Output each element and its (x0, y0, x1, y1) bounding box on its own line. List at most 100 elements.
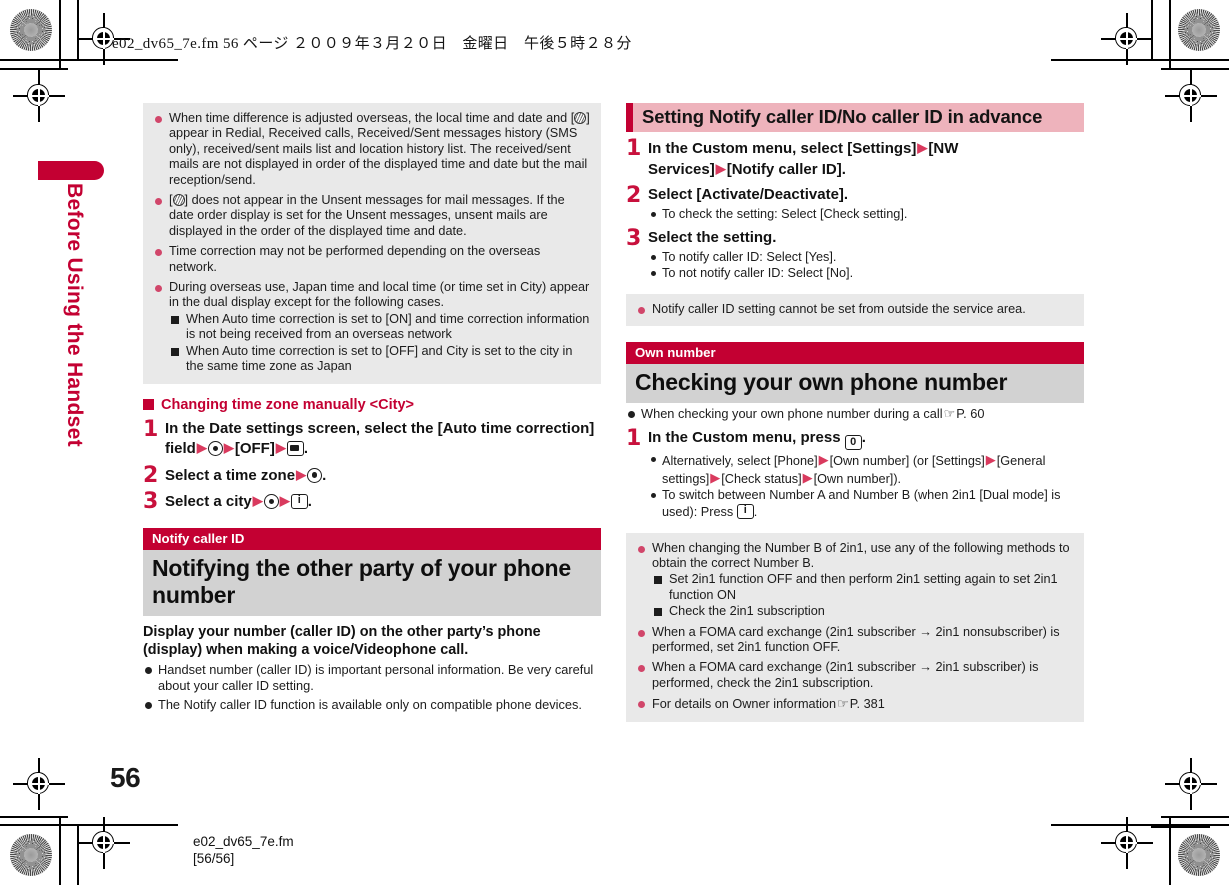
arrow-icon: ▶ (279, 493, 290, 508)
arrow-icon: ▶ (802, 469, 813, 485)
square-marker-icon (143, 399, 154, 410)
note-box-2in1: When changing the Number B of 2in1, use … (626, 532, 1084, 722)
print-star-target-top-left (10, 9, 52, 51)
note-item: Notify caller ID setting cannot be set f… (635, 302, 1074, 317)
arrow-icon: ▶ (275, 440, 286, 455)
note-sub-item: When Auto time correction is set to [OFF… (169, 344, 591, 375)
step-sub-text: Alternatively, select [Phone] (662, 454, 818, 469)
note-sub-text: When Auto time correction is set to [ON]… (186, 311, 590, 342)
list-item-text: Handset number (caller ID) is important … (158, 661, 594, 693)
bullet-icon (155, 285, 162, 293)
crop-rule-bottom-right-h2 (1161, 816, 1229, 818)
step-sub-item: To not notify caller ID: Select [No]. (648, 266, 1084, 282)
section-title-own-number: Checking your own phone number (626, 364, 1084, 404)
step-3-right: 3 Select the setting. To notify caller I… (626, 228, 1084, 282)
footer-page-of: [56/56] (193, 851, 235, 866)
note-text: Notify caller ID setting cannot be set f… (652, 301, 1026, 316)
bullet-icon (651, 493, 656, 499)
crop-rule-bottom-left-h2 (0, 816, 68, 818)
square-bullet-icon (171, 347, 179, 356)
step-sub-text: To check the setting: Select [Check sett… (662, 206, 908, 221)
step-number: 2 (626, 183, 641, 208)
registration-mark-bottom-right-inner (1101, 817, 1153, 869)
arrow-icon: ▶ (196, 440, 207, 455)
step-sub-list: To notify caller ID: Select [Yes]. To no… (648, 250, 1084, 282)
note-sub-item: Set 2in1 function OFF and then perform 2… (652, 572, 1074, 603)
note-item: When changing the Number B of 2in1, use … (635, 541, 1074, 620)
bullet-icon (155, 198, 162, 206)
crop-rule-bottom-left-v (59, 816, 61, 885)
step-text-part: Select the setting. (648, 229, 777, 247)
list-item: The Notify caller ID function is availab… (143, 697, 601, 713)
key-info-icon (290, 494, 308, 509)
note-item: When a FOMA card exchange (2in1 subscrib… (635, 660, 1074, 691)
step-1-left: 1 In the Date settings screen, select th… (143, 416, 601, 459)
note-item: [] does not appear in the Unsent message… (152, 193, 591, 239)
step-sub-item: To notify caller ID: Select [Yes]. (648, 250, 1084, 266)
note-list-bottom: When changing the Number B of 2in1, use … (635, 541, 1074, 713)
note-box-service-area: Notify caller ID setting cannot be set f… (626, 293, 1084, 327)
left-column: When time difference is adjusted oversea… (143, 103, 601, 713)
crop-rule-top-left-v2 (77, 0, 79, 59)
step-text: In the Custom menu, select [Settings]▶[N… (648, 138, 1084, 179)
registration-mark-top-right-inner (1101, 13, 1153, 65)
key-zero-icon: 0 (844, 435, 862, 451)
crop-rule-top-left-h2 (0, 68, 68, 70)
bullet-icon (638, 665, 645, 673)
arrow-icon: ▶ (818, 452, 829, 468)
step-number: 1 (626, 136, 641, 161)
crop-rule-top-left-h (0, 59, 178, 61)
step-1-right: 1 In the Custom menu, select [Settings]▶… (626, 138, 1084, 179)
step-2-left: 2 Select a time zone▶. (143, 462, 601, 488)
reference-hand-icon: ☞ (943, 406, 956, 422)
section-kicker-row-own-number: Own number (626, 342, 1084, 365)
note-item: During overseas use, Japan time and loca… (152, 280, 591, 374)
note-text-a: Time correction may not be performed dep… (169, 244, 541, 274)
step-number: 1 (143, 416, 158, 442)
step-number: 1 (626, 426, 641, 452)
chapter-tab-marker (38, 161, 104, 180)
note-text-a: During overseas use, Japan time and loca… (169, 280, 590, 310)
note-item: When time difference is adjusted oversea… (152, 111, 591, 188)
square-bullet-icon (654, 576, 662, 585)
note-text: When a FOMA card exchange (2in1 subscrib… (652, 624, 1060, 654)
print-star-target-bottom-right (1178, 834, 1220, 876)
crop-rule-top-right-h (1051, 59, 1229, 61)
bullet-icon (628, 411, 635, 419)
step-number: 3 (626, 226, 641, 252)
section-kicker-row-notify-caller-id: Notify caller ID (143, 527, 601, 550)
bullet-icon (638, 701, 645, 709)
registration-mark-bottom-right-outer (1165, 758, 1217, 810)
crop-rule-bottom-left-v2 (77, 826, 79, 885)
section-title-notify-caller-id: Notifying the other party of your phone … (143, 549, 601, 616)
section-lead-text: Display your number (caller ID) on the o… (143, 623, 541, 658)
key-center-icon (207, 441, 223, 456)
note-text-b: ] does not appear in the Unsent messages… (169, 193, 565, 238)
reference-hand-icon: ☞ (837, 696, 849, 712)
registration-mark-top-left-outer (13, 70, 65, 122)
step-number: 2 (143, 462, 158, 488)
crop-rule-top-left-v (59, 0, 61, 68)
step-text-part: . (322, 466, 327, 484)
pink-heading-setting-notify-caller-id: Setting Notify caller ID/No caller ID in… (626, 103, 1084, 132)
note-sub-text: Set 2in1 function OFF and then perform 2… (669, 572, 1058, 602)
note-item: Time correction may not be performed dep… (152, 244, 591, 275)
note-text: When a FOMA card exchange (2in1 subscrib… (652, 660, 1039, 690)
list-item-text: When checking your own phone number duri… (641, 406, 943, 422)
arrow-icon: ▶ (710, 469, 721, 485)
step-text-part: In the Custom menu, press (648, 429, 841, 447)
step-text: Select the setting. (648, 228, 1084, 248)
section-kicker-label: Own number (626, 342, 725, 365)
note-text: When changing the Number B of 2in1, use … (652, 540, 1070, 570)
note-item: For details on Owner information☞P. 381 (635, 696, 1074, 712)
note-item: When a FOMA card exchange (2in1 subscrib… (635, 625, 1074, 656)
registration-mark-bottom-left-inner (78, 817, 130, 869)
step-text-part: [OFF] (234, 440, 275, 457)
step-text: In the Custom menu, press 0. (648, 428, 1084, 451)
step-text-part: Select a time zone (165, 466, 296, 484)
step-text-part: Select [Activate/Deactivate]. (648, 186, 849, 203)
mail-clock-icon (172, 194, 185, 207)
